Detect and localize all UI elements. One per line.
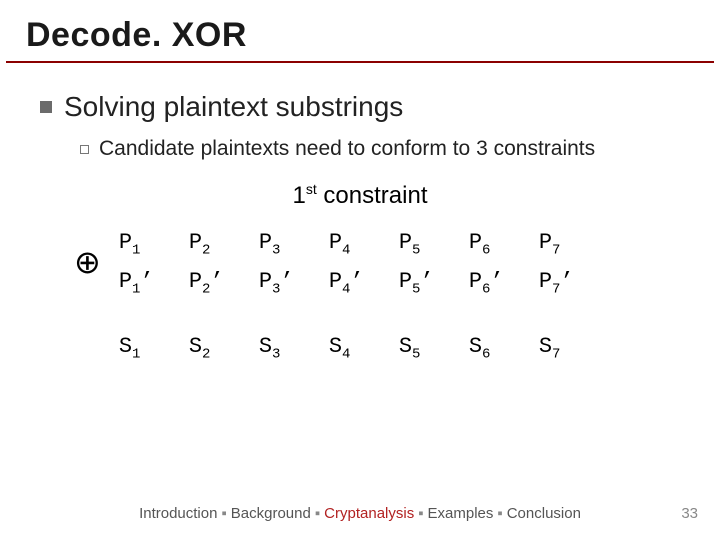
s-cell: S4	[329, 332, 399, 365]
footer-item: Introduction	[139, 505, 217, 522]
footer-breadcrumb: Introduction▪Background▪Cryptanalysis▪Ex…	[0, 505, 720, 522]
p-cell: P1	[119, 228, 189, 261]
bullet-main-text: Solving plaintext substrings	[64, 91, 403, 123]
constraint-post: constraint	[317, 182, 428, 209]
p-cell: P3	[259, 228, 329, 261]
bullet-main-row: Solving plaintext substrings	[40, 91, 680, 123]
bullet-sub-text: Candidate plaintexts need to conform to …	[99, 137, 595, 161]
s-cell: S3	[259, 332, 329, 365]
s-cell: S6	[469, 332, 539, 365]
separator-icon: ▪	[497, 505, 502, 522]
s-cell: S1	[119, 332, 189, 365]
p-cell: P5	[399, 228, 469, 261]
square-bullet-icon	[40, 101, 52, 113]
pprime-cell: P4’	[329, 267, 399, 300]
pprime-cell: P3’	[259, 267, 329, 300]
slide: Decode. XOR Solving plaintext substrings…	[0, 0, 720, 540]
separator-icon: ▪	[418, 505, 423, 522]
small-square-bullet-icon	[80, 145, 89, 154]
row-gap	[119, 306, 609, 326]
title-wrap: Decode. XOR	[6, 0, 714, 63]
formula-area: ⊕ P1 P2 P3 P4 P5 P6 P7 P1’ P2’ P3’ P4’ P…	[74, 228, 680, 365]
separator-icon: ▪	[315, 505, 320, 522]
p-cell: P7	[539, 228, 609, 261]
pprime-cell: P1’	[119, 267, 189, 300]
p-cell: P6	[469, 228, 539, 261]
pprime-cell: P7’	[539, 267, 609, 300]
bullet-sub-row: Candidate plaintexts need to conform to …	[80, 137, 680, 161]
p-cell: P2	[189, 228, 259, 261]
formula-grid: P1 P2 P3 P4 P5 P6 P7 P1’ P2’ P3’ P4’ P5’…	[119, 228, 609, 365]
footer-item: Conclusion	[507, 505, 581, 522]
constraint-pre: 1	[293, 182, 306, 209]
s-cell: S5	[399, 332, 469, 365]
separator-icon: ▪	[221, 505, 226, 522]
pprime-cell: P5’	[399, 267, 469, 300]
constraint-label: 1st constraint	[40, 181, 680, 210]
s-cell: S2	[189, 332, 259, 365]
footer-item-current: Cryptanalysis	[324, 505, 414, 522]
page-number: 33	[681, 505, 698, 522]
footer-item: Background	[231, 505, 311, 522]
xor-icon: ⊕	[74, 246, 101, 278]
pprime-cell: P6’	[469, 267, 539, 300]
s-cell: S7	[539, 332, 609, 365]
footer-item: Examples	[428, 505, 494, 522]
p-cell: P4	[329, 228, 399, 261]
pprime-cell: P2’	[189, 267, 259, 300]
content-area: Solving plaintext substrings Candidate p…	[0, 63, 720, 365]
constraint-sup: st	[306, 181, 317, 197]
slide-title: Decode. XOR	[26, 16, 694, 55]
